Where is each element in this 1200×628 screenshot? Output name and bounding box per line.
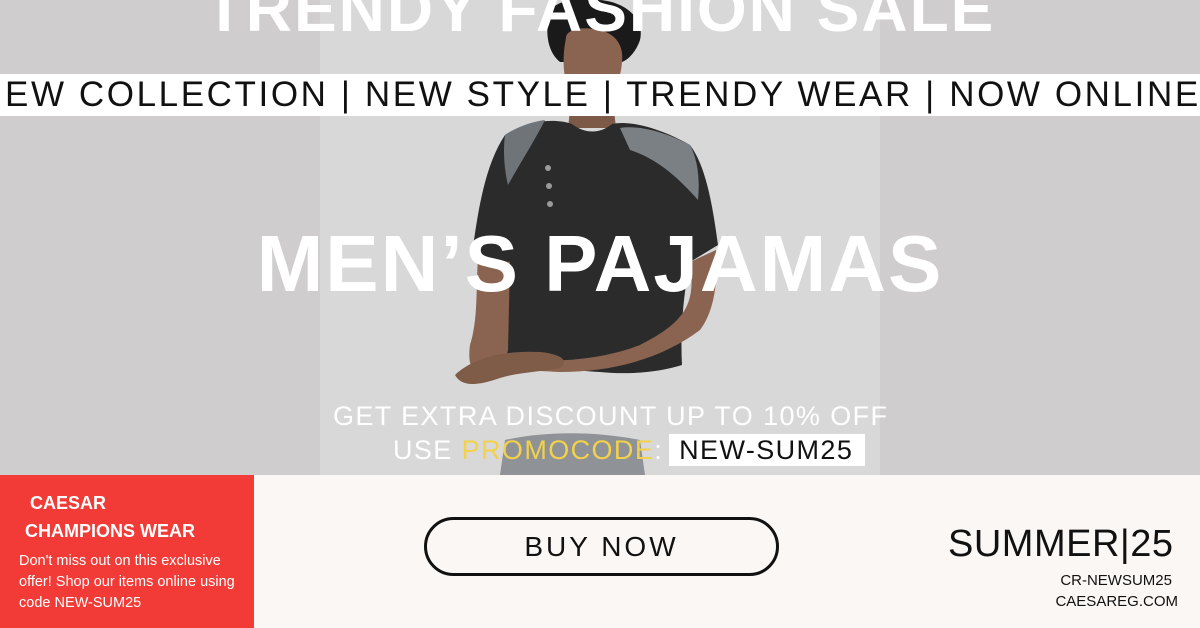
- ad-banner: TRENDY FASHION SALE EW COLLECTION | NEW …: [0, 0, 1200, 628]
- brand-line-2: CHAMPIONS WEAR: [25, 521, 195, 541]
- headline-top: TRENDY FASHION SALE: [204, 0, 996, 45]
- website-link[interactable]: CAESAREG.COM: [1055, 593, 1178, 610]
- promo-code: NEW-SUM25: [669, 434, 866, 466]
- offer-text: Don't miss out on this exclusive offer! …: [19, 553, 235, 611]
- bottom-strip: CAESAR CHAMPIONS WEAR Don't miss out on …: [0, 475, 1200, 628]
- brand-panel: CAESAR CHAMPIONS WEAR Don't miss out on …: [0, 475, 254, 628]
- promo-code-small: CR-NEWSUM25: [1060, 572, 1172, 589]
- discount-text: GET EXTRA DISCOUNT UP TO 10% OFF: [333, 401, 889, 431]
- brand-name: CAESAR CHAMPIONS WEAR: [0, 489, 254, 545]
- promo-prefix: USE: [393, 434, 462, 465]
- marquee-banner: EW COLLECTION | NEW STYLE | TRENDY WEAR …: [0, 74, 1200, 116]
- season-label: SUMMER|25: [948, 523, 1174, 565]
- promo-colon: :: [654, 434, 664, 465]
- buy-now-button[interactable]: BUY NOW: [424, 517, 779, 576]
- brand-line-1: CAESAR: [30, 493, 107, 513]
- marquee-text: EW COLLECTION | NEW STYLE | TRENDY WEAR …: [5, 75, 1200, 114]
- promo-line: USE PROMOCODE : NEW-SUM25: [393, 434, 866, 466]
- page-title: MEN’S PAJAMAS: [256, 219, 944, 308]
- promo-word: PROMOCODE: [461, 434, 655, 465]
